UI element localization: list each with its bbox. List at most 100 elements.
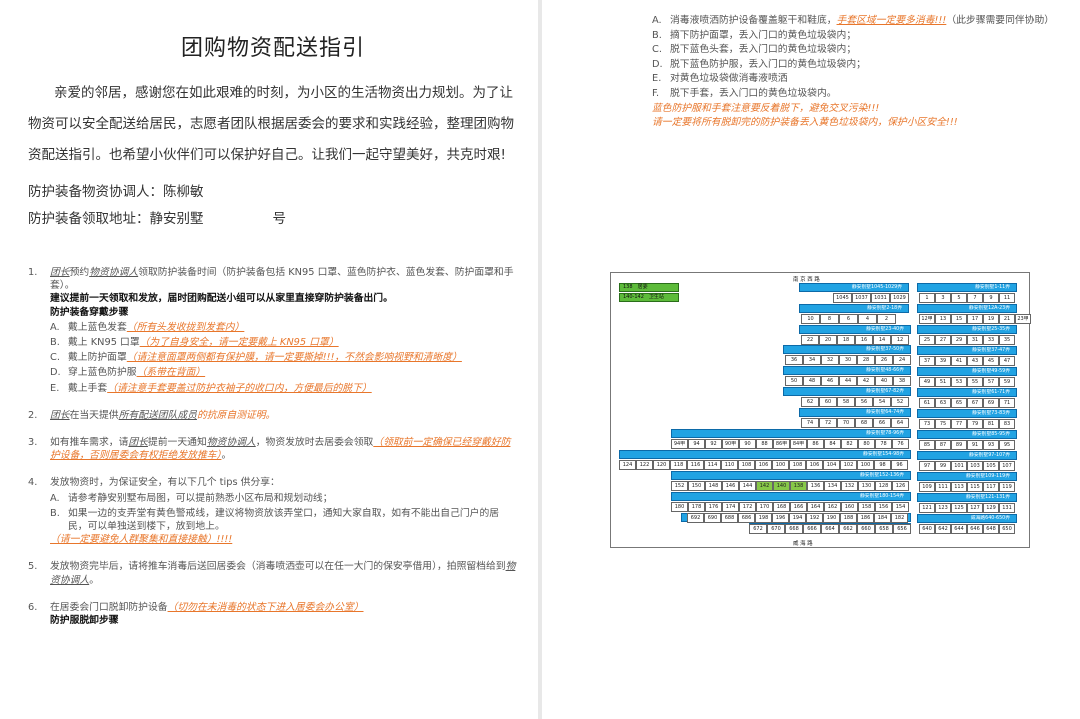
house-cell: 118 xyxy=(670,460,687,470)
house-cell: 128 xyxy=(875,481,892,491)
sub-text: 戴上 KN95 口罩 xyxy=(68,337,140,349)
sub-text: 请参考静安别墅布局图，可以提前熟悉小区布局和规划动线； xyxy=(68,492,333,504)
house-cell: 76 xyxy=(892,439,909,449)
house-cell: 99 xyxy=(935,461,951,471)
lane-bar: 静安别墅97-107弄 xyxy=(917,451,1017,460)
step-3: 3. 如有推车需求，请团长提前一天通知物资协调人，物资发放时去居委会领取（领取前… xyxy=(28,436,518,462)
legend-text: 卫生站 xyxy=(648,294,664,300)
house-cell: 18 xyxy=(837,335,855,345)
coordinator-line: 防护装备物资协调人：陈柳敏 xyxy=(28,184,204,200)
lane-bar: 静安别墅48-66弄 xyxy=(783,366,911,375)
lane-bar: 静安别墅121-131弄 xyxy=(917,493,1017,502)
house-cell: 55 xyxy=(967,377,983,387)
house-cell: 102 xyxy=(840,460,857,470)
lane-label: 静安别墅121-131弄 xyxy=(965,495,1010,500)
house-cell: 104 xyxy=(823,460,840,470)
house-cell: 130 xyxy=(858,481,875,491)
house-cell: 25 xyxy=(919,335,935,345)
lane-label: 静安别墅73-83弄 xyxy=(972,411,1010,416)
house-cell: 186 xyxy=(857,513,874,523)
sub-note: （所有头发收拢到发套内） xyxy=(126,321,245,333)
sub-letter: E. xyxy=(652,73,662,85)
house-cell: 12甲 xyxy=(919,314,935,324)
remove-step-f: F. 脱下手套，丢入门口的黄色垃圾袋内。 xyxy=(652,87,1060,102)
house-cell: 93 xyxy=(983,440,999,450)
house-cell: 46 xyxy=(821,376,839,386)
step-body: 团长在当天提供所有配送团队成员的抗原自测证明。 xyxy=(50,409,518,422)
house-cell: 43 xyxy=(967,356,983,366)
text-segment: 。 xyxy=(89,574,99,586)
house-cell: 53 xyxy=(951,377,967,387)
text-segment: 。 xyxy=(221,450,232,462)
house-cell: 668 xyxy=(785,524,803,534)
lane-label: 静安别墅49-59弄 xyxy=(972,369,1010,374)
lane-label: 静安别墅61-71弄 xyxy=(972,390,1010,395)
text-segment: 发放物资完毕后，请将推车消毒后送回居委会（消毒喷洒壶可以在任一大门的保安亭借用）… xyxy=(50,561,506,573)
house-cell: 95 xyxy=(999,440,1015,450)
house-cell: 8 xyxy=(820,314,839,324)
house-cell: 84 xyxy=(824,439,841,449)
lane-bar: 静安别墅1045-1029弄 xyxy=(799,283,909,292)
house-cell: 85 xyxy=(919,440,935,450)
text-segment: 如有推车需求，请 xyxy=(50,437,129,449)
house-cell: 182 xyxy=(891,513,908,523)
sub-note: 手套区域一定要多消毒!!! xyxy=(836,15,947,26)
house-cell: 62 xyxy=(801,397,819,407)
house-cell: 162 xyxy=(824,502,841,512)
house-cell: 24 xyxy=(893,355,911,365)
house-cell: 15 xyxy=(951,314,967,324)
house-cell: 97 xyxy=(919,461,935,471)
role-team-leader: 团长 xyxy=(128,437,148,449)
house-cell: 176 xyxy=(705,502,722,512)
step-4-text: 发放物资时，为保证安全，有以下几个 tips 供分享： xyxy=(50,477,280,489)
house-cell: 90甲 xyxy=(722,439,739,449)
house-cell: 48 xyxy=(803,376,821,386)
house-cell: 101 xyxy=(951,461,967,471)
lane-label: 静安别墅64-74弄 xyxy=(866,410,904,415)
warning-note-2: 请一定要将所有脱卸完的防护装备丢入黄色垃圾袋内，保护小区安全!!! xyxy=(652,117,958,129)
house-cell: 3 xyxy=(935,293,951,303)
house-cell: 52 xyxy=(891,397,909,407)
house-cell: 94甲 xyxy=(671,439,688,449)
lane-label: 威海路640-650弄 xyxy=(970,516,1010,521)
lane-label: 静安别墅78-96弄 xyxy=(866,431,904,436)
role-team-leader: 团长 xyxy=(50,409,70,421)
house-cell: 111 xyxy=(935,482,951,492)
house-cell: 146 xyxy=(722,481,739,491)
house-cell: 36 xyxy=(785,355,803,365)
house-cell: 40 xyxy=(875,376,893,386)
lane-label: 静安别墅67-82弄 xyxy=(866,389,904,394)
document-page-left: 团购物资配送指引 亲爱的邻居，感谢您在如此艰难的时刻，为小区的生活物资出力规划。… xyxy=(0,0,538,719)
house-cell: 77 xyxy=(951,419,967,429)
house-cell: 640 xyxy=(919,524,935,534)
wear-step-b: B. 戴上 KN95 口罩（为了自身安全，请一定要戴上 KN95 口罩） xyxy=(50,336,518,349)
lane-label: 静安别墅37-47弄 xyxy=(972,348,1010,353)
house-cell: 49 xyxy=(919,377,935,387)
house-cell: 108 xyxy=(738,460,755,470)
remove-step-e: E. 对黄色垃圾袋做消毒液喷洒 xyxy=(652,72,1060,87)
house-cell: 154 xyxy=(892,502,909,512)
house-cell: 642 xyxy=(935,524,951,534)
house-cell: 29 xyxy=(951,335,967,345)
house-cell: 184 xyxy=(874,513,891,523)
lane-bar: 静安别墅67-82弄 xyxy=(783,387,911,396)
house-cell: 21 xyxy=(999,314,1015,324)
role-coordinator: 物资协调人 xyxy=(89,267,139,278)
house-cell: 74 xyxy=(801,418,819,428)
house-cell: 75 xyxy=(935,419,951,429)
lane-label: 静安别墅25-35弄 xyxy=(972,327,1010,332)
sub-text: 如果一边的支弄堂有黄色警戒线，建议将物资放该弄堂口，通知大家自取，如有不能出自己… xyxy=(68,507,500,533)
house-cell: 28 xyxy=(857,355,875,365)
house-cell: 68 xyxy=(855,418,873,428)
house-cell: 105 xyxy=(983,461,999,471)
house-cell: 178 xyxy=(688,502,705,512)
wear-step-a: A. 戴上蓝色发套（所有头发收拢到发套内） xyxy=(50,321,518,334)
sub-text: 脱下手套，丢入门口的黄色垃圾袋内。 xyxy=(670,87,837,99)
house-cell: 39 xyxy=(935,356,951,366)
step-6: 6. 在居委会门口脱卸防护设备（切勿在未消毒的状态下进入居委会办公室） 防护服脱… xyxy=(28,601,518,627)
lane-bar: 静安别墅61-71弄 xyxy=(917,388,1017,397)
house-cell: 87 xyxy=(935,440,951,450)
sub-note: （系带在背面） xyxy=(136,367,206,379)
remove-step-c: C. 脱下蓝色头套，丢入门口的黄色垃圾袋内； xyxy=(652,43,1060,58)
house-cell: 38 xyxy=(893,376,911,386)
